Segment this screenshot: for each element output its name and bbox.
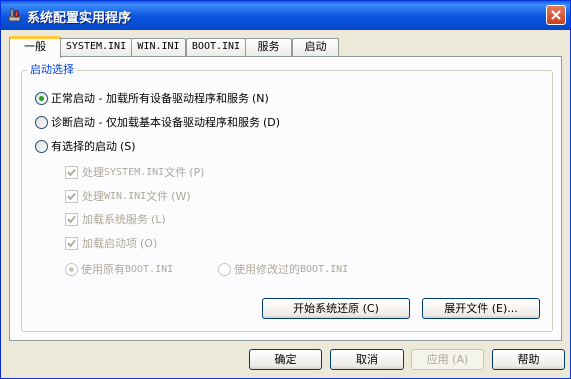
radio-diagnostic-startup[interactable]: 诊断启动 - 仅加载基本设备驱动程序和服务 (D) (35, 114, 280, 130)
tab-general[interactable]: 一般 (9, 36, 61, 58)
window-title: 系统配置实用程序 (27, 11, 132, 26)
startup-selection-label: 启动选择 (27, 63, 77, 77)
radio-normal-hotkey: (N) (251, 91, 269, 105)
check-label-suffix: 文件 (164, 166, 187, 179)
radio-selective-startup[interactable]: 有选择的启动 (S) (35, 138, 136, 154)
radio-button[interactable] (35, 115, 48, 129)
radio-button[interactable] (35, 139, 48, 153)
check-label-prefix: 处理 (82, 190, 104, 203)
radio-boot-file: BOOT.INI (300, 263, 349, 275)
radio-boot-file: BOOT.INI (125, 263, 174, 275)
cancel-button[interactable]: 取消 (330, 349, 404, 370)
check-label-file: WIN.INI (104, 190, 147, 202)
checkmark-icon (67, 239, 76, 247)
check-hotkey: (W) (171, 189, 191, 203)
check-load-startup-items[interactable]: 加载启动项 (O) (65, 235, 157, 251)
close-icon (551, 10, 561, 20)
system-config-window: 系统配置实用程序 一般 SYSTEM.INI WIN.INI BOOT.INI … (0, 0, 571, 379)
radio-use-original-boot-ini[interactable]: 使用原有 BOOT.INI (65, 261, 173, 277)
help-button[interactable]: 帮助 (492, 349, 565, 370)
check-process-win-ini[interactable]: 处理 WIN.INI 文件 (W) (65, 188, 191, 204)
close-button[interactable] (546, 5, 566, 25)
radio-button[interactable] (218, 262, 231, 276)
radio-button[interactable] (65, 262, 78, 276)
tab-services[interactable]: 服务 (245, 38, 292, 56)
radio-normal-label: 正常启动 - 加载所有设备驱动程序和服务 (51, 92, 249, 105)
radio-use-modified-boot-ini[interactable]: 使用修改过的 BOOT.INI (218, 261, 348, 277)
check-process-system-ini[interactable]: 处理 SYSTEM.INI 文件 (P) (65, 164, 204, 180)
check-label-prefix: 加载系统服务 (82, 213, 148, 226)
radio-selective-label: 有选择的启动 (51, 140, 117, 153)
check-label-file: SYSTEM.INI (104, 166, 165, 178)
check-label-prefix: 处理 (82, 166, 104, 179)
launch-system-restore-button[interactable]: 开始系统还原 (C) (262, 298, 410, 319)
radio-selective-hotkey: (S) (120, 139, 136, 153)
radio-diagnostic-label: 诊断启动 - 仅加载基本设备驱动程序和服务 (51, 116, 260, 129)
radio-boot-prefix: 使用原有 (81, 263, 125, 276)
checkbox[interactable] (65, 212, 78, 226)
radio-button[interactable] (35, 91, 48, 105)
tab-startup[interactable]: 启动 (292, 38, 339, 56)
tab-win-ini[interactable]: WIN.INI (131, 38, 186, 56)
check-label-prefix: 加载启动项 (82, 237, 137, 250)
check-hotkey: (O) (140, 236, 158, 250)
checkbox[interactable] (65, 189, 78, 203)
ok-button[interactable]: 确定 (249, 349, 322, 370)
title-bar[interactable]: 系统配置实用程序 (1, 1, 570, 30)
check-hotkey: (L) (151, 212, 166, 226)
msconfig-app-icon (7, 7, 23, 23)
tab-boot-ini[interactable]: BOOT.INI (186, 38, 246, 56)
checkbox[interactable] (65, 165, 78, 179)
radio-normal-startup[interactable]: 正常启动 - 加载所有设备驱动程序和服务 (N) (35, 90, 269, 106)
apply-button[interactable]: 应用 (A) (411, 349, 484, 370)
checkbox[interactable] (65, 236, 78, 250)
expand-file-button[interactable]: 展开文件 (E)... (422, 298, 540, 319)
checkmark-icon (67, 192, 76, 200)
check-hotkey: (P) (189, 165, 205, 179)
checkmark-icon (67, 168, 76, 176)
checkmark-icon (67, 215, 76, 223)
radio-boot-prefix: 使用修改过的 (234, 263, 300, 276)
radio-diagnostic-hotkey: (D) (262, 115, 281, 129)
tab-system-ini[interactable]: SYSTEM.INI (60, 38, 132, 56)
check-load-system-services[interactable]: 加载系统服务 (L) (65, 211, 166, 227)
check-label-suffix: 文件 (146, 190, 169, 203)
